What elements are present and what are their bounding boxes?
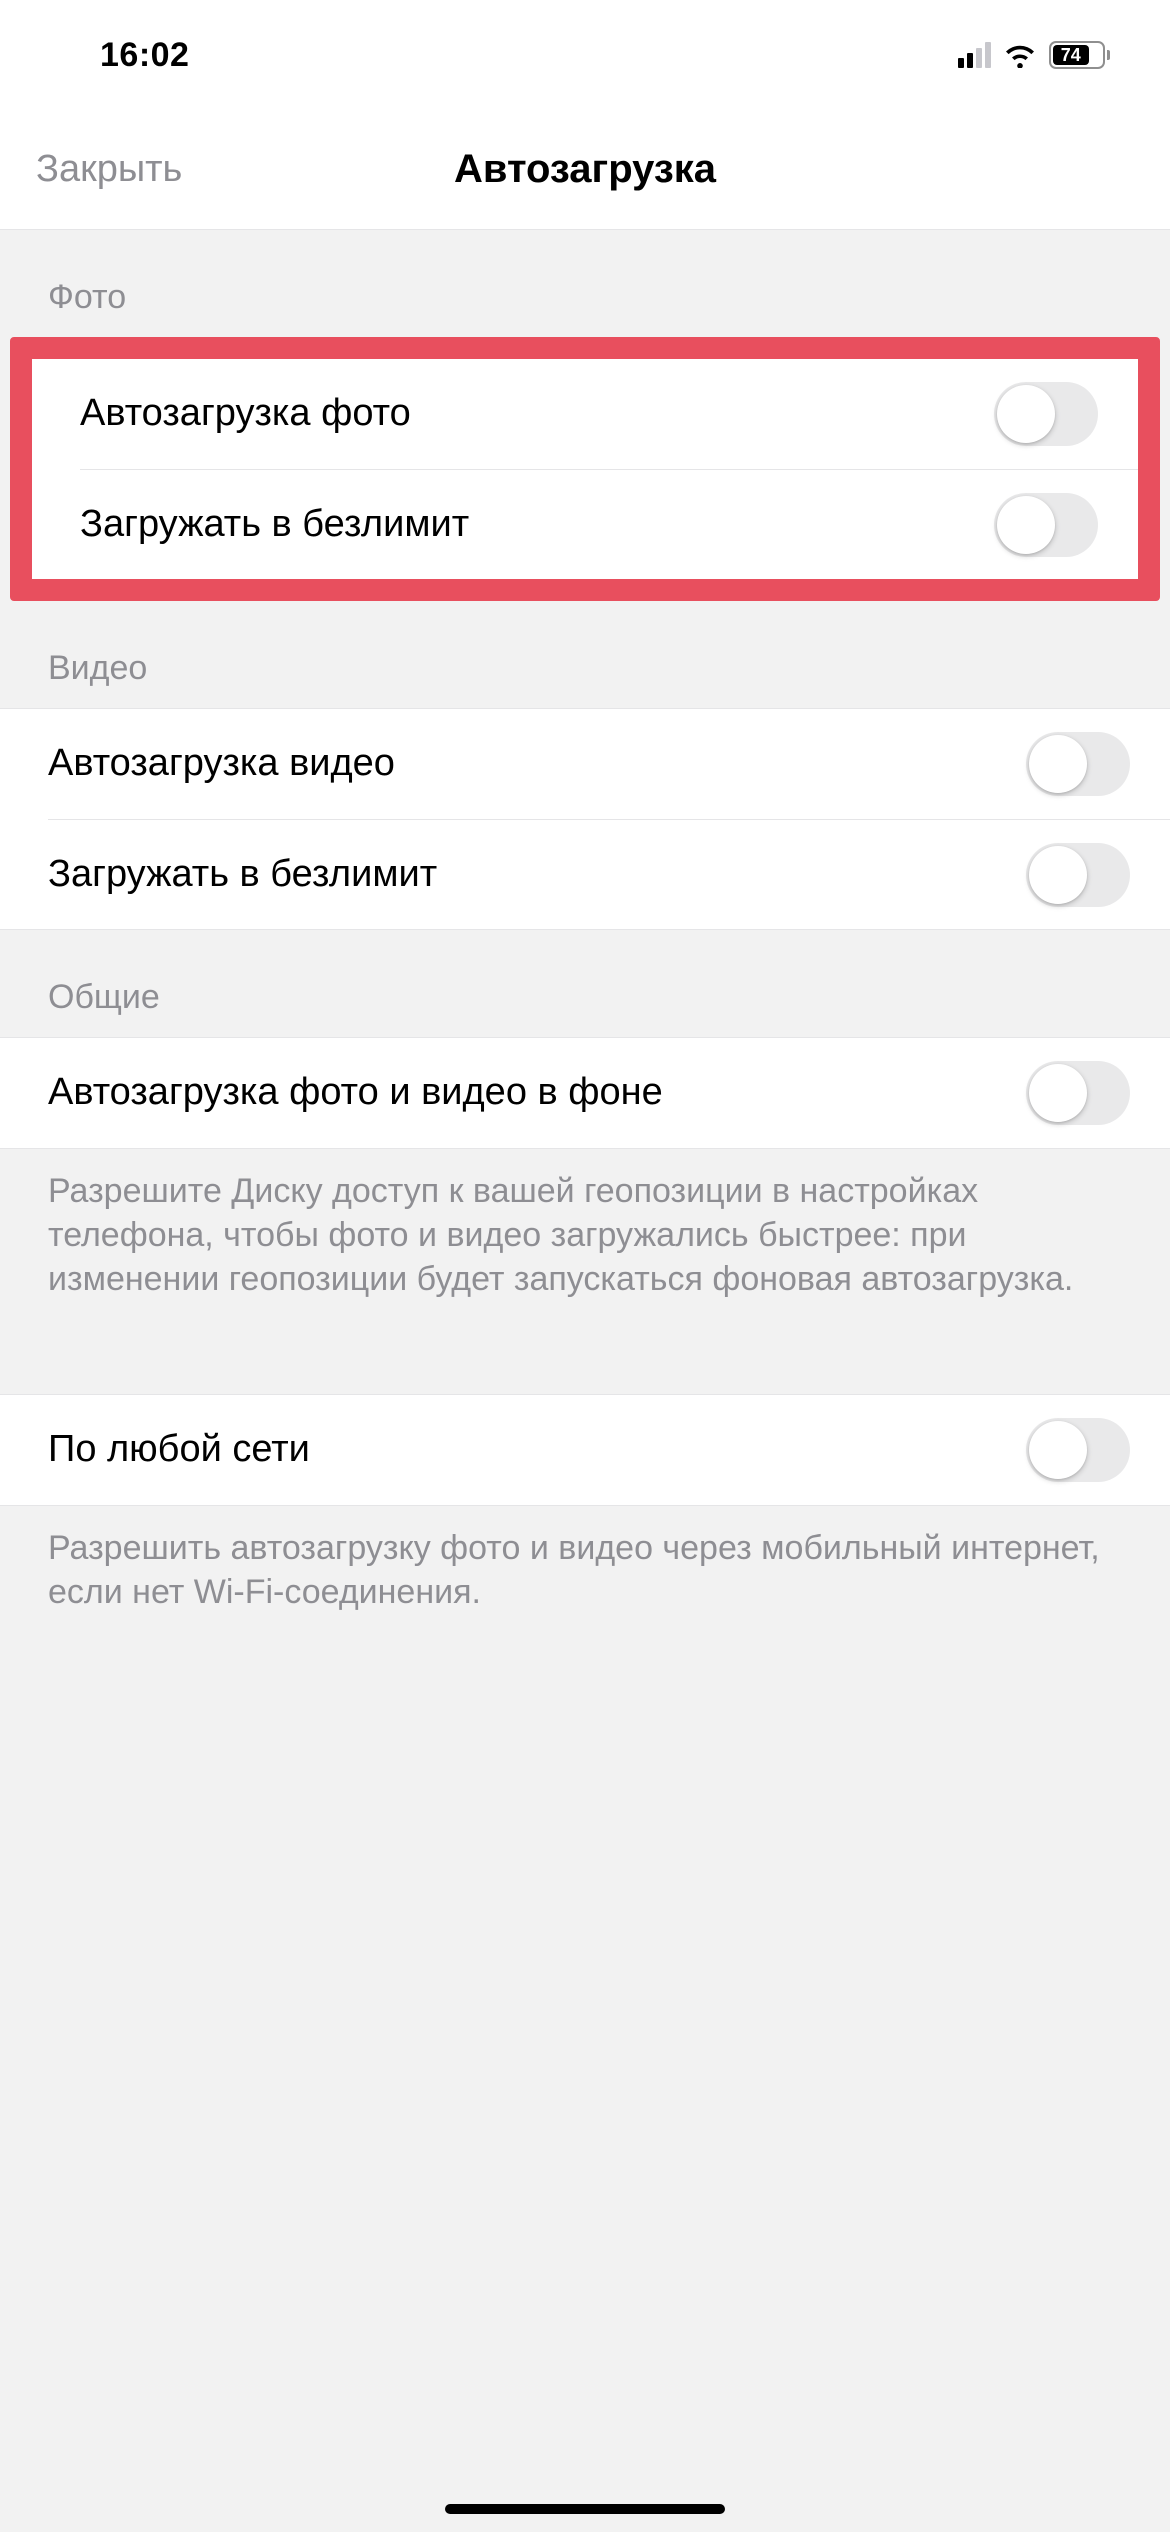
close-button[interactable]: Закрыть <box>36 148 182 191</box>
section-header-video: Видео <box>0 601 1170 708</box>
row-label: Автозагрузка фото и видео в фоне <box>48 1070 1026 1116</box>
battery-level: 74 <box>1053 45 1089 65</box>
page-title: Автозагрузка <box>454 147 716 192</box>
row-label: Загружать в безлимит <box>48 852 1026 898</box>
toggle-auto-upload-photo[interactable] <box>994 382 1098 446</box>
settings-group-video: Автозагрузка видео Загружать в безлимит <box>0 708 1170 930</box>
home-indicator[interactable] <box>445 2504 725 2514</box>
row-unlimited-photo[interactable]: Загружать в безлимит <box>80 469 1138 579</box>
toggle-unlimited-video[interactable] <box>1026 843 1130 907</box>
row-label: Автозагрузка видео <box>48 741 1026 787</box>
toggle-background-upload[interactable] <box>1026 1061 1130 1125</box>
row-background-upload[interactable]: Автозагрузка фото и видео в фоне <box>0 1038 1170 1148</box>
section-header-general: Общие <box>0 930 1170 1037</box>
status-bar: 16:02 74 <box>0 0 1170 110</box>
settings-group-photo: Автозагрузка фото Загружать в безлимит <box>32 359 1138 579</box>
row-label: По любой сети <box>48 1427 1026 1473</box>
row-unlimited-video[interactable]: Загружать в безлимит <box>48 819 1170 929</box>
row-label: Автозагрузка фото <box>80 391 994 437</box>
row-any-network[interactable]: По любой сети <box>0 1395 1170 1505</box>
row-auto-upload-video[interactable]: Автозагрузка видео <box>0 709 1170 819</box>
row-auto-upload-photo[interactable]: Автозагрузка фото <box>32 359 1138 469</box>
row-label: Загружать в безлимит <box>80 502 994 548</box>
status-indicators: 74 <box>958 41 1110 69</box>
battery-icon: 74 <box>1049 41 1110 69</box>
status-time: 16:02 <box>100 36 189 75</box>
settings-group-network: По любой сети <box>0 1394 1170 1506</box>
highlight-annotation: Автозагрузка фото Загружать в безлимит <box>10 337 1160 601</box>
toggle-any-network[interactable] <box>1026 1418 1130 1482</box>
cellular-signal-icon <box>958 42 991 68</box>
nav-header: Закрыть Автозагрузка <box>0 110 1170 230</box>
toggle-unlimited-photo[interactable] <box>994 493 1098 557</box>
footer-background: Разрешите Диску доступ к вашей геопозици… <box>0 1149 1170 1334</box>
toggle-auto-upload-video[interactable] <box>1026 732 1130 796</box>
section-header-photo: Фото <box>0 230 1170 337</box>
settings-group-background: Автозагрузка фото и видео в фоне <box>0 1037 1170 1149</box>
wifi-icon <box>1003 42 1037 68</box>
footer-network: Разрешить автозагрузку фото и видео чере… <box>0 1506 1170 1646</box>
